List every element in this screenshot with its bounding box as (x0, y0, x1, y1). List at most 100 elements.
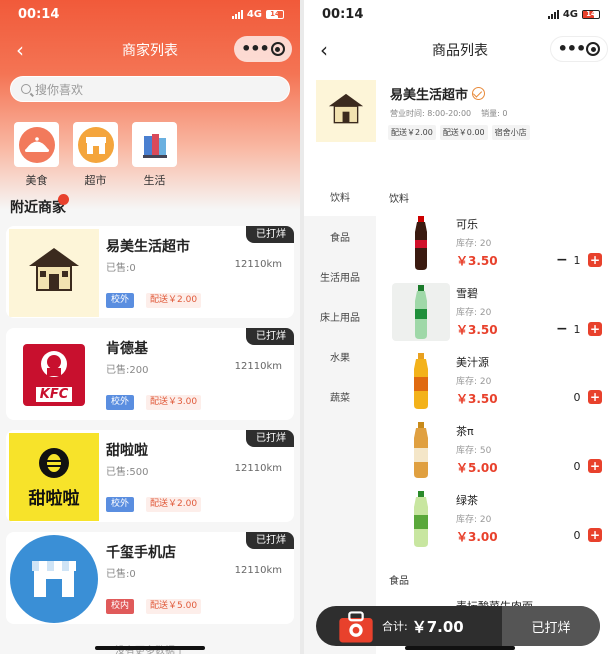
sold-count: 已售:500 (106, 467, 149, 478)
category-sidebar: 饮料 食品 生活用品 床上用品 水果 蔬菜 (304, 176, 376, 654)
product-image (392, 214, 450, 272)
product-price: ￥3.00 (456, 530, 498, 544)
sidebar-item-vegetables[interactable]: 蔬菜 (304, 376, 376, 416)
location-tag: 校外 (106, 293, 135, 308)
sales-count: 销量: 0 (481, 109, 508, 118)
delivery-fee-tag: 配送￥2.00 (146, 293, 202, 308)
product-item[interactable]: 雪碧 库存: 20 ￥3.50 − 1 + (392, 283, 612, 345)
mini-program-capsule: ••• (550, 36, 608, 62)
search-input[interactable]: 搜你喜欢 (10, 76, 290, 102)
close-target-icon[interactable] (270, 42, 285, 56)
shop-card[interactable]: 易美生活超市 已售:0 12110km 校外 配送￥2.00 已打烊 (6, 226, 294, 318)
sidebar-item-bedding[interactable]: 床上用品 (304, 296, 376, 336)
closed-badge: 已打烊 (246, 532, 294, 549)
shop-card[interactable]: KFC 肯德基 已售:200 12110km 校外 配送￥3.00 已打烊 (6, 328, 294, 420)
cart-total-label: 合计: (382, 620, 408, 633)
shop-logo (9, 535, 99, 623)
more-dots-icon[interactable]: ••• (558, 41, 587, 57)
kfc-logo-text: KFC (35, 387, 73, 402)
product-price: ￥3.50 (456, 254, 498, 268)
distance: 12110km (234, 259, 282, 270)
sidebar-item-food[interactable]: 食品 (304, 216, 376, 256)
product-item[interactable]: 茶π 库存: 50 ￥5.00 0 + (392, 421, 612, 483)
shop-card[interactable]: 千玺手机店 已售:0 12110km 校内 配送￥5.00 已打烊 (6, 532, 294, 624)
plus-button[interactable]: + (588, 253, 602, 267)
sidebar-item-fruit[interactable]: 水果 (304, 336, 376, 376)
product-stock: 库存: 20 (456, 377, 492, 387)
location-tag: 校外 (106, 497, 135, 512)
status-bar: 00:14 4G 14 (0, 0, 300, 28)
plus-button[interactable]: + (588, 322, 602, 336)
product-price: ￥5.00 (456, 461, 498, 475)
shop-name: 千玺手机店 (106, 545, 176, 561)
nav-bar: ‹ 商品列表 ••• (304, 30, 616, 70)
business-hours: 营业时间: 8:00-20:00 (390, 109, 472, 118)
sidebar-item-daily[interactable]: 生活用品 (304, 256, 376, 296)
back-arrow-icon[interactable]: ‹ (8, 38, 32, 62)
sidebar-item-drinks[interactable]: 饮料 (304, 176, 376, 216)
merchant-list-screen: 00:14 4G 14 ‹ 商家列表 ••• 搜你喜欢 美食 超市 生活 附近商… (0, 0, 300, 654)
juice-bottle-icon (414, 353, 428, 409)
shop-tags: 配送￥2.00 配送￥0.00 宿舍小店 (388, 125, 530, 140)
product-stock: 库存: 50 (456, 446, 492, 456)
status-time: 00:14 (18, 6, 60, 22)
product-item[interactable]: 绿茶 库存: 20 ￥3.00 0 + (392, 490, 612, 552)
minus-button[interactable]: − (556, 252, 568, 268)
plus-button[interactable]: + (588, 390, 602, 404)
food-cover-icon (18, 126, 55, 163)
quantity-stepper: 0 + (572, 459, 602, 473)
tianlala-logo-text: 甜啦啦 (28, 488, 80, 509)
section-title-drinks: 饮料 (389, 194, 409, 205)
category-food[interactable]: 美食 (14, 122, 59, 188)
product-item[interactable]: 美汁源 库存: 20 ￥3.50 0 + (392, 352, 612, 414)
shop-name: 甜啦啦 (106, 443, 148, 459)
category-life[interactable]: 生活 (132, 122, 177, 188)
search-placeholder: 搜你喜欢 (35, 82, 84, 97)
delivery-fee-tag: 配送￥2.00 (146, 497, 202, 512)
close-target-icon[interactable] (586, 42, 601, 56)
quantity-stepper: 0 + (572, 390, 602, 404)
colonel-face-icon (41, 351, 67, 377)
product-name: 可乐 (456, 218, 478, 231)
quantity-value: 1 (573, 253, 581, 267)
checkout-button[interactable]: 已打烊 (502, 606, 600, 646)
minus-button[interactable]: − (556, 321, 568, 337)
shop-card[interactable]: 甜啦啦 甜啦啦 已售:500 12110km 校外 配送￥2.00 已打烊 (6, 430, 294, 522)
shop-title: 易美生活超市 (390, 84, 486, 103)
cart-bag-icon[interactable] (336, 608, 376, 648)
verified-icon (472, 87, 486, 100)
section-title-food: 食品 (389, 576, 409, 587)
shop-house-icon (328, 93, 364, 124)
quantity-value: 0 (573, 528, 581, 542)
cart-total: ￥7.00 (411, 617, 464, 636)
product-stock: 库存: 20 (456, 308, 492, 318)
category-supermarket[interactable]: 超市 (73, 122, 118, 188)
plus-button[interactable]: + (588, 459, 602, 473)
quantity-value: 0 (573, 459, 581, 473)
shop-logo: KFC (9, 331, 99, 419)
storefront-icon (10, 535, 98, 623)
product-price: ￥3.50 (456, 323, 498, 337)
product-name: 美汁源 (456, 356, 489, 369)
cola-bottle-icon (415, 216, 427, 270)
back-arrow-icon[interactable]: ‹ (312, 38, 336, 62)
product-image (392, 283, 450, 341)
bee-icon (39, 447, 69, 478)
mini-program-capsule: ••• (234, 36, 292, 62)
home-indicator (95, 646, 205, 650)
plus-button[interactable]: + (588, 528, 602, 542)
status-time: 00:14 (322, 6, 364, 22)
more-dots-icon[interactable]: ••• (241, 41, 270, 57)
closed-badge: 已打烊 (246, 328, 294, 345)
quantity-stepper: − 1 + (556, 321, 602, 337)
product-item[interactable]: 可乐 库存: 20 ￥3.50 − 1 + (392, 214, 612, 276)
product-price: ￥3.50 (456, 392, 498, 406)
books-icon (142, 133, 167, 158)
location-tag: 校内 (106, 599, 135, 614)
quantity-stepper: 0 + (572, 528, 602, 542)
product-name: 雪碧 (456, 287, 478, 300)
shop-meta: 营业时间: 8:00-20:00 销量: 0 (390, 108, 507, 119)
product-name: 绿茶 (456, 494, 478, 507)
nav-bar: ‹ 商家列表 ••• (0, 30, 300, 70)
location-tag: 校外 (106, 395, 135, 410)
